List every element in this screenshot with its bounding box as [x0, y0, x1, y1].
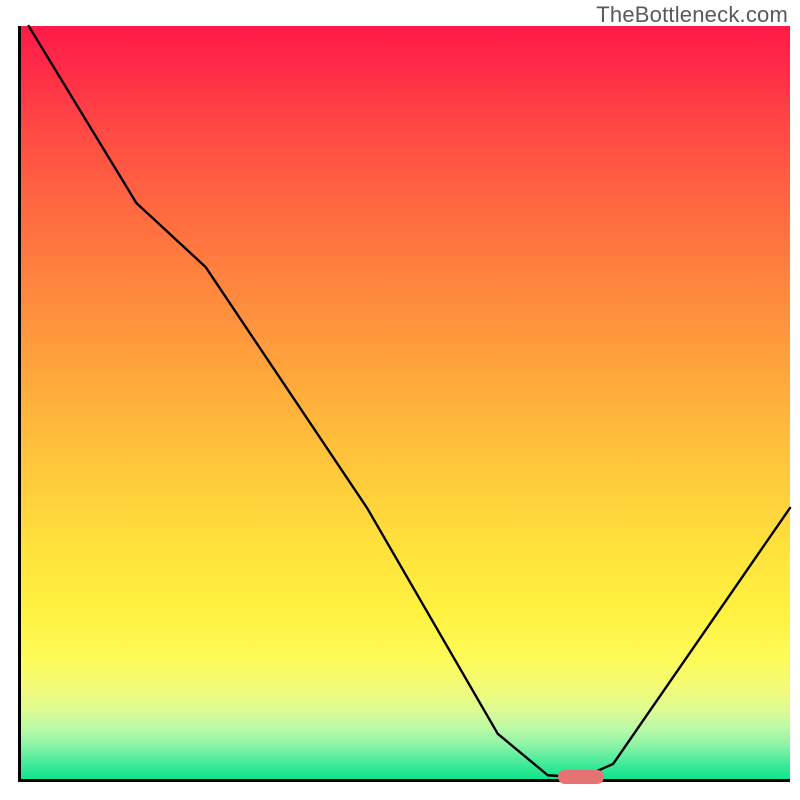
sweet-spot-marker	[558, 770, 604, 784]
bottleneck-curve	[21, 26, 790, 779]
chart-container: TheBottleneck.com	[0, 0, 800, 800]
plot-area	[18, 26, 790, 782]
watermark-text: TheBottleneck.com	[596, 2, 788, 28]
